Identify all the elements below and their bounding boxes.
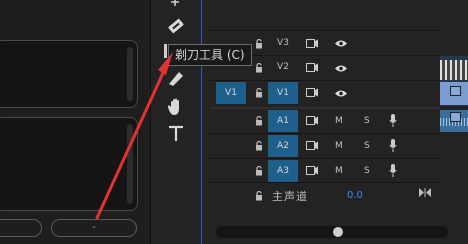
eye-icon[interactable] <box>334 89 348 98</box>
mic-icon[interactable] <box>389 139 397 152</box>
solo-button[interactable]: S <box>364 166 370 176</box>
lock-icon[interactable] <box>255 88 263 98</box>
playhead-line <box>201 0 202 244</box>
film-icon[interactable] <box>306 39 318 48</box>
lock-icon[interactable] <box>255 116 263 126</box>
razor-tool-tooltip: 剃刀工具 (C) <box>168 44 252 66</box>
mic-icon[interactable] <box>389 114 397 127</box>
mic-icon[interactable] <box>389 164 397 177</box>
ripple-edit-tool-icon[interactable] <box>166 0 186 8</box>
film-icon[interactable] <box>306 141 318 150</box>
lock-icon[interactable] <box>255 166 263 176</box>
lock-icon[interactable] <box>255 63 263 73</box>
lock-icon[interactable] <box>255 141 263 151</box>
fx-badge-icon <box>450 86 461 96</box>
track-divider <box>210 133 440 134</box>
track-divider <box>210 158 440 159</box>
solo-button[interactable]: S <box>364 141 370 151</box>
pen-icon[interactable] <box>166 70 186 90</box>
track-name: V2 <box>277 62 289 72</box>
clip-thumbnail <box>440 60 468 80</box>
master-volume-value[interactable]: 0.0 <box>347 190 363 201</box>
video-audio-divider <box>210 107 440 109</box>
track-target-a2[interactable]: A2 <box>268 135 298 157</box>
mute-button[interactable]: M <box>335 116 343 126</box>
track-target-a3[interactable]: A3 <box>268 160 298 182</box>
track-target-v1[interactable]: V1 <box>268 82 298 104</box>
fx-badge-icon <box>450 112 461 122</box>
left-media-panel: - <box>0 0 150 244</box>
film-icon[interactable] <box>306 166 318 175</box>
track-divider <box>210 30 440 31</box>
go-to-end-icon[interactable] <box>419 188 431 197</box>
eye-icon[interactable] <box>334 39 348 48</box>
film-icon[interactable] <box>306 88 318 97</box>
film-icon[interactable] <box>306 116 318 125</box>
source-patch-v1[interactable]: V1 <box>216 82 246 104</box>
track-target-a1[interactable]: A1 <box>268 110 298 132</box>
razor-icon[interactable] <box>166 16 186 36</box>
solo-button[interactable]: S <box>364 116 370 126</box>
right-panel-button[interactable]: - <box>51 219 137 237</box>
film-icon[interactable] <box>306 63 318 72</box>
eye-icon[interactable] <box>334 64 348 73</box>
timeline-scrollbar[interactable] <box>216 226 448 238</box>
mute-button[interactable]: M <box>335 141 343 151</box>
media-thumbnail[interactable] <box>0 40 138 108</box>
lock-icon[interactable] <box>255 191 263 201</box>
mute-button[interactable]: M <box>335 166 343 176</box>
tools-panel <box>150 0 202 244</box>
hand-icon[interactable] <box>166 97 186 117</box>
scrollbar-handle[interactable] <box>333 227 343 237</box>
left-panel-button[interactable] <box>0 219 42 237</box>
text-tool-icon[interactable] <box>166 124 186 144</box>
master-track-label: 主声道 <box>272 190 308 203</box>
track-divider <box>210 182 440 183</box>
media-thumbnail[interactable] <box>0 117 138 211</box>
lock-icon[interactable] <box>255 39 263 49</box>
track-name: V3 <box>277 38 289 48</box>
